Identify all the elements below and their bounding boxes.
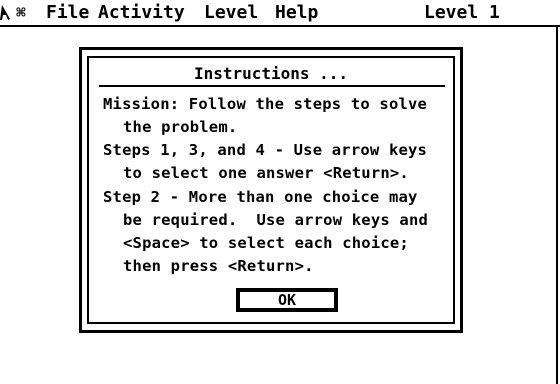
title-divider [99, 85, 445, 87]
instruction-line: to select one answer <Return>. [123, 164, 409, 182]
menu-help[interactable]: Help [275, 3, 318, 23]
instruction-line: then press <Return>. [123, 257, 314, 275]
instruction-line: Mission: Follow the steps to solve [103, 95, 428, 113]
instruction-line: Step 2 - More than one choice may [103, 188, 418, 206]
window-right-edge [556, 27, 558, 384]
menu-bar: ⌘ File Activity Level Help Level 1 [0, 0, 560, 27]
menu-file[interactable]: File [46, 3, 89, 23]
ok-button[interactable]: OK [236, 288, 338, 312]
instructions-dialog: Instructions ... Mission: Follow the ste… [79, 47, 463, 333]
level-status: Level 1 [424, 2, 500, 23]
menu-level[interactable]: Level [204, 3, 258, 23]
dialog-inner-frame: Instructions ... Mission: Follow the ste… [87, 56, 455, 324]
menu-activity[interactable]: Activity [98, 3, 185, 23]
apple-icon[interactable] [0, 5, 12, 21]
instruction-line: <Space> to select each choice; [123, 234, 409, 252]
command-key-icon[interactable]: ⌘ [16, 3, 26, 23]
dialog-title: Instructions ... [193, 64, 349, 83]
instruction-line: the problem. [123, 118, 238, 136]
instruction-line: be required. Use arrow keys and [123, 211, 429, 229]
instruction-line: Steps 1, 3, and 4 - Use arrow keys [103, 141, 428, 159]
